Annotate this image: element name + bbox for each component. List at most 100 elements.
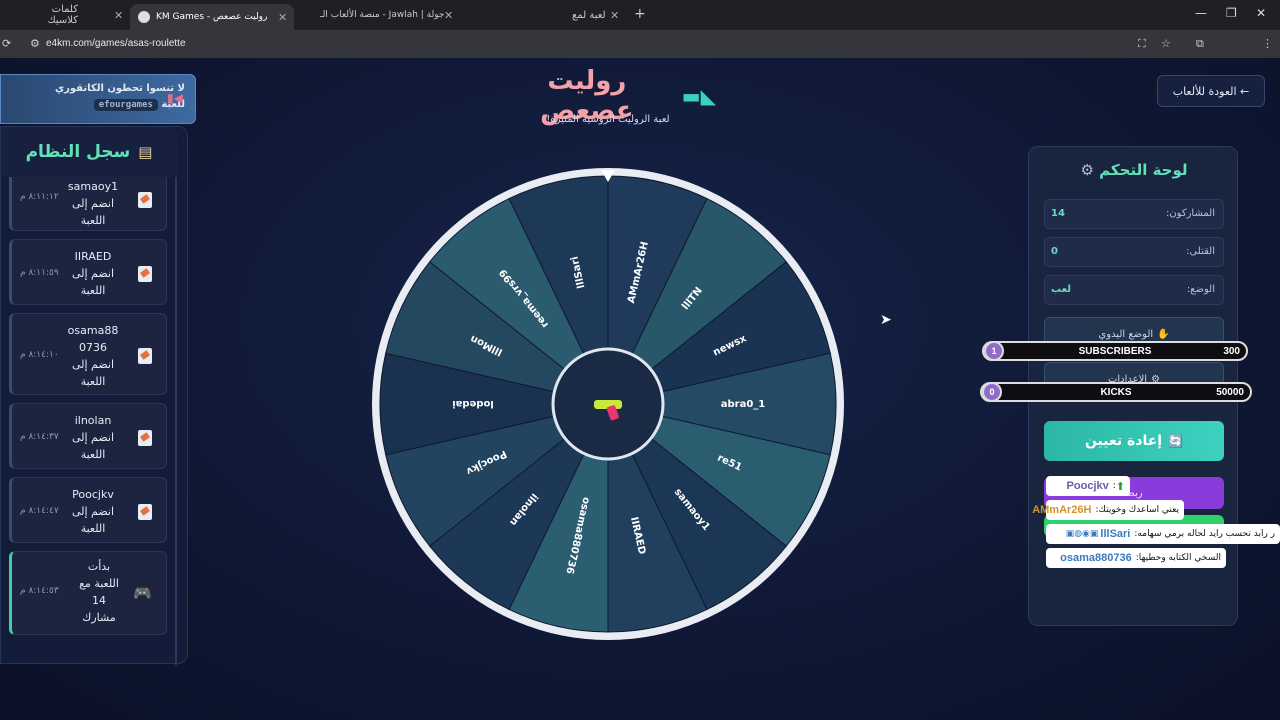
wheel-segment-label: abra0_1 — [721, 399, 766, 410]
note-icon — [138, 192, 152, 208]
maximize-icon[interactable]: ❐ — [1226, 6, 1237, 20]
control-title-text: لوحة التحكم — [1099, 161, 1188, 179]
chat-message: يعني اساعدك وخويتك : AMmAr26H — [1032, 500, 1184, 520]
note-icon — [138, 348, 152, 364]
promo-line1: لا تنسوا تحطون الكاتقوري — [54, 83, 185, 94]
kicks-label: KICKS — [1100, 386, 1132, 398]
tab-label: لعبة لمع — [572, 9, 606, 21]
page: لا تنسوا تحطون الكاتقوري للعبة efourgame… — [0, 58, 1280, 720]
log-username: Poocjkv — [72, 488, 114, 501]
log-action: انضم إلى اللعبة — [71, 267, 115, 297]
pistol-icon: ◣▬ — [681, 84, 716, 108]
close-icon[interactable]: ✕ — [278, 11, 287, 24]
chat-separator: : — [1112, 481, 1116, 491]
participants-row: المشاركون: 14 — [1044, 199, 1224, 229]
log-item: osama88 0736 انضم إلى اللعبة ٨:١٤:١٠ م — [9, 313, 167, 395]
log-action: انضم إلى اللعبة — [71, 431, 115, 461]
page-title: ◣▬ روليت عصعص — [500, 66, 716, 126]
tab-jawlah[interactable]: جولة | Jawlah - منصة الألعاب الـ ✕ — [300, 4, 460, 26]
address-bar: ⟳ ⚙ e4km.com/games/asas-roulette ⛶ ☆ ⧉ ⋮ — [0, 30, 1280, 81]
tab-classic-words[interactable]: كلمات كلاسيك ✕ — [30, 4, 130, 26]
log-action: انضم إلى اللعبة — [71, 358, 115, 388]
log-item: ilnolan انضم إلى اللعبة ٨:١٤:٣٧ م — [9, 403, 167, 469]
kicks-goal: 50000 — [1216, 386, 1244, 398]
system-log-panel: ▤ سجل النظام samaoy1 انضم إلى اللعبة ٨:١… — [0, 126, 188, 665]
badges-icon: ▣◉◍▣ — [1065, 529, 1099, 539]
log-list[interactable]: samaoy1 انضم إلى اللعبة ٨:١١:١٢ م IIRAED… — [1, 177, 177, 665]
chat-message: ⬆ : Poocjkv — [1046, 476, 1130, 496]
mode-label: الوضع: — [1186, 284, 1215, 295]
log-time: ٨:١١:١٢ م — [20, 192, 59, 202]
kicks-goal-bar: 0 KICKS 50000 — [980, 382, 1252, 402]
close-icon[interactable]: ✕ — [444, 9, 453, 22]
menu-icon[interactable]: ⋮ — [1262, 37, 1273, 50]
close-icon[interactable]: ✕ — [610, 9, 619, 22]
promo-code: efourgames — [93, 99, 158, 111]
reset-button[interactable]: 🔄 إعادة تعيين — [1044, 421, 1224, 461]
minimize-icon[interactable]: — — [1195, 6, 1207, 20]
log-action: انضم إلى اللعبة — [71, 505, 115, 535]
wheel-svg: AMmAr26H lllTNnewsxabra0_1re51samaoy1IIRA… — [372, 168, 844, 640]
log-username: osama88 0736 — [67, 324, 119, 354]
favicon-icon — [138, 11, 150, 23]
close-icon[interactable]: ✕ — [114, 9, 123, 22]
bookmark-star-icon[interactable]: ☆ — [1161, 37, 1171, 50]
site-info-icon[interactable]: ⚙ — [30, 37, 40, 50]
url-field[interactable]: e4km.com/games/asas-roulette — [46, 38, 186, 49]
log-time: ٨:١٤:٥٣ م — [20, 586, 59, 596]
translate-icon[interactable]: ⛶ — [1138, 37, 1146, 51]
control-panel-title: لوحة التحكم ⚙ — [1029, 161, 1239, 179]
manual-mode-label: الوضع اليدوي — [1098, 328, 1154, 340]
wheel-segment-label: lodedai — [452, 398, 494, 409]
log-username: samaoy1 — [67, 180, 119, 193]
log-item-game-start: بدأت اللعبة مع 14 مشارك ٨:١٤:٥٣ م 🎮 — [9, 551, 167, 635]
log-item: samaoy1 انضم إلى اللعبة ٨:١١:١٢ م — [9, 177, 167, 231]
killed-value: 0 — [1051, 246, 1058, 257]
log-action: انضم إلى اللعبة — [71, 197, 115, 227]
extensions-icon[interactable]: ⧉ — [1196, 37, 1204, 51]
log-time: ٨:١٤:٤٧ م — [20, 506, 59, 516]
reload-icon[interactable]: ⟳ — [2, 37, 11, 50]
megaphone-icon: ◀▮ — [167, 91, 183, 105]
chat-text: ر رابد تحسب رايد لحاله برمي سهامه — [1137, 529, 1275, 539]
mode-value: لعب — [1051, 284, 1071, 295]
chat-separator: : — [1134, 529, 1138, 539]
gear-icon: ⚙ — [1080, 161, 1094, 179]
log-time: ٨:١٤:١٠ م — [20, 350, 59, 360]
subscribers-label: SUBSCRIBERS — [1078, 345, 1152, 357]
chat-text: يعني اساعدك وخويتك — [1098, 505, 1179, 515]
chat-username: AMmAr26H — [1032, 504, 1092, 516]
log-username: ilnolan — [74, 414, 112, 427]
promo-banner: لا تنسوا تحطون الكاتقوري للعبة efourgame… — [0, 74, 196, 124]
subscribers-goal: 300 — [1223, 345, 1240, 357]
reset-label: إعادة تعيين — [1084, 433, 1163, 449]
subscribers-goal-bar: 1 SUBSCRIBERS 300 — [982, 341, 1248, 361]
gamepad-icon: 🎮 — [133, 584, 152, 602]
tab-roulette[interactable]: KM Games - روليت عصعص ✕ — [130, 4, 294, 30]
roulette-wheel[interactable]: AMmAr26H lllTN newsx abra0_1 re51 samaoy1 IIRA… — [368, 164, 848, 644]
close-window-icon[interactable]: ✕ — [1256, 6, 1266, 20]
note-icon — [138, 430, 152, 446]
back-to-games-button[interactable]: ← العودة للألعاب — [1157, 75, 1265, 107]
tab-label: KM Games - روليت عصعص — [156, 12, 268, 22]
log-item: Poocjkv انضم إلى اللعبة ٨:١٤:٤٧ م — [9, 477, 167, 543]
tab-bar: كلمات كلاسيك ✕ KM Games - روليت عصعص ✕ ج… — [0, 0, 1280, 30]
mode-row: الوضع: لعب — [1044, 275, 1224, 305]
tab-label: جولة | Jawlah - منصة الألعاب الـ — [320, 10, 445, 20]
note-icon — [138, 266, 152, 282]
mouse-cursor-icon: ➤ — [880, 312, 892, 328]
chat-username: osama880736 — [1060, 552, 1132, 564]
hand-icon: ✋ — [1157, 328, 1170, 340]
chat-message: السخي الكتابه وحطيها : osama880736 — [1046, 548, 1226, 568]
log-title: سجل النظام — [25, 142, 131, 162]
chat-separator: : — [1095, 505, 1099, 515]
log-username: IIRAED — [74, 250, 112, 263]
new-tab-button[interactable]: + — [634, 6, 646, 22]
chat-username: lllSari — [1100, 528, 1131, 540]
log-time: ٨:١١:٥٩ م — [20, 268, 59, 278]
clipboard-icon: ▤ — [138, 143, 153, 161]
tab-lamah[interactable]: لعبة لمع ✕ — [466, 4, 626, 26]
killed-label: القتلى: — [1186, 246, 1215, 257]
killed-row: القتلى: 0 — [1044, 237, 1224, 267]
log-action: بدأت اللعبة مع 14 مشارك — [79, 560, 119, 624]
